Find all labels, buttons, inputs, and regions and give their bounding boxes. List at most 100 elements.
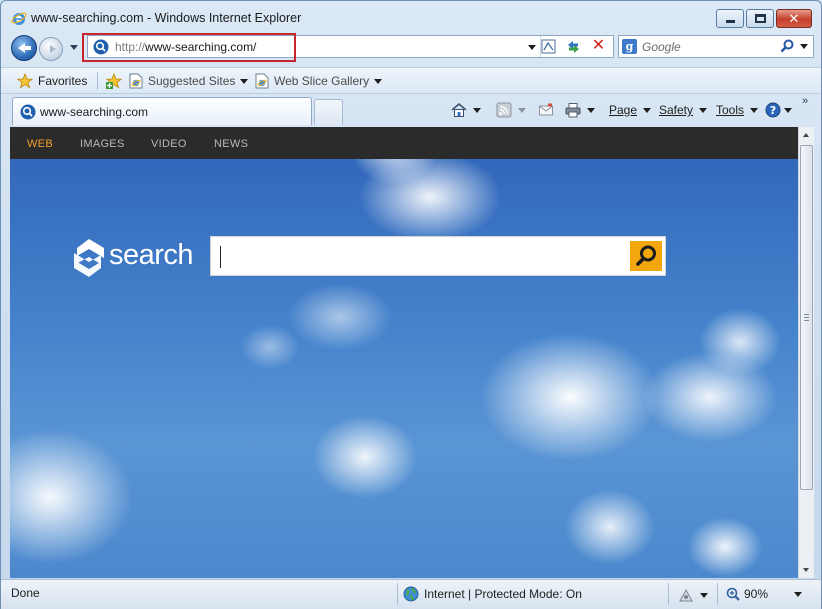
tools-menu-button[interactable]: Tools: [716, 99, 759, 121]
status-bar: Done Internet | Protected Mode: On 90%: [1, 579, 821, 609]
address-url[interactable]: http://www-searching.com/: [115, 40, 256, 54]
tools-menu-label: Tools: [716, 103, 745, 117]
page-viewport: WEB IMAGES VIDEO NEWS search: [10, 127, 798, 578]
mail-icon: [539, 103, 553, 116]
safety-menu-button[interactable]: Safety: [659, 99, 708, 121]
search-options-dropdown[interactable]: [800, 44, 808, 49]
search-icon: [636, 245, 656, 266]
compatibility-view-icon[interactable]: [540, 38, 557, 55]
feeds-button[interactable]: [496, 99, 526, 121]
chevron-down-icon: [784, 107, 792, 113]
forward-button[interactable]: [39, 37, 63, 61]
chevron-down-icon: [240, 78, 249, 84]
site-nav-images[interactable]: IMAGES: [80, 138, 125, 150]
favorites-bar: Favorites Suggested Sites Web Slice Gall…: [1, 67, 821, 94]
scroll-down-button[interactable]: [799, 562, 814, 578]
site-logo-text: search: [109, 239, 194, 271]
svg-text:?: ?: [770, 104, 776, 117]
security-zone[interactable]: Internet | Protected Mode: On: [403, 584, 582, 604]
page-icon: [255, 73, 269, 89]
page-icon: [129, 73, 143, 89]
address-dropdown-button[interactable]: [524, 40, 540, 54]
site-favicon-icon: [93, 39, 109, 55]
favorites-label: Favorites: [38, 74, 88, 88]
close-button[interactable]: ✕: [776, 9, 812, 28]
add-favorite-icon: [106, 73, 122, 89]
maximize-button[interactable]: [746, 9, 774, 28]
site-search-input[interactable]: [210, 236, 666, 276]
favorites-star-icon: [17, 73, 33, 89]
back-button[interactable]: [11, 35, 37, 61]
globe-icon: [403, 586, 419, 602]
maximize-icon: [755, 14, 766, 23]
stop-icon[interactable]: ✕: [590, 37, 607, 54]
tab-title: www-searching.com: [40, 105, 149, 119]
popup-blocker-button[interactable]: [678, 584, 708, 606]
chevron-down-icon: [794, 591, 803, 597]
status-separator: [397, 583, 398, 605]
recent-pages-dropdown[interactable]: [70, 45, 78, 50]
suggested-sites-label: Suggested Sites: [148, 74, 236, 88]
search-box[interactable]: g Google: [618, 35, 814, 58]
add-to-favorites-bar-button[interactable]: [106, 68, 127, 94]
address-bar[interactable]: http://www-searching.com/ ✕: [87, 35, 614, 58]
site-logo-icon: [74, 239, 104, 277]
sky-background: [10, 127, 798, 578]
scrollbar-thumb[interactable]: [800, 145, 813, 490]
close-icon: ✕: [788, 11, 800, 26]
site-nav-web[interactable]: WEB: [27, 138, 53, 150]
minimize-button[interactable]: [716, 9, 744, 28]
web-slice-gallery-label: Web Slice Gallery: [274, 74, 370, 88]
more-commands-chevron-icon[interactable]: »: [802, 95, 808, 107]
ie-window: www-searching.com - Windows Internet Exp…: [0, 0, 822, 609]
status-separator: [717, 583, 718, 605]
search-icon[interactable]: [779, 38, 795, 54]
chevron-down-icon: [700, 592, 708, 598]
safety-menu-label: Safety: [659, 103, 694, 117]
chevron-down-icon: [750, 107, 759, 113]
chevron-down-icon: [518, 107, 526, 113]
navigation-bar: http://www-searching.com/ ✕ g Google: [1, 33, 821, 65]
minimize-icon: [726, 20, 735, 23]
home-button[interactable]: [451, 99, 481, 121]
site-nav-news[interactable]: NEWS: [214, 138, 248, 150]
print-button[interactable]: [565, 99, 595, 121]
suggested-sites-button[interactable]: Suggested Sites: [129, 68, 249, 94]
chevron-down-icon: [587, 107, 595, 113]
read-mail-button[interactable]: [538, 99, 554, 121]
address-host: www-searching.com/: [145, 40, 257, 54]
printer-icon: [565, 103, 581, 118]
site-favicon-icon: [20, 104, 36, 120]
scroll-up-button[interactable]: [799, 127, 814, 143]
web-slice-gallery-button[interactable]: Web Slice Gallery: [255, 68, 383, 94]
tab-row: www-searching.com Page Safety Tools ? »: [1, 95, 821, 127]
text-cursor: [220, 246, 221, 268]
site-search-button[interactable]: [630, 241, 662, 271]
internet-explorer-icon: [11, 12, 27, 25]
security-zone-label: Internet | Protected Mode: On: [424, 587, 582, 601]
zoom-button[interactable]: 90%: [725, 584, 803, 604]
refresh-icon[interactable]: [565, 38, 582, 55]
help-menu-button[interactable]: ?: [765, 99, 792, 121]
favorites-button[interactable]: Favorites: [17, 68, 87, 94]
chevron-down-icon: [374, 78, 383, 84]
title-bar: www-searching.com - Windows Internet Exp…: [1, 1, 821, 33]
chevron-down-icon: [473, 107, 481, 113]
tab-current[interactable]: www-searching.com: [12, 97, 312, 125]
google-icon: g: [622, 39, 637, 54]
address-protocol: http://: [115, 40, 146, 54]
status-separator: [668, 583, 669, 605]
search-input[interactable]: Google: [642, 40, 681, 54]
page-menu-button[interactable]: Page: [609, 99, 652, 121]
rss-feed-icon: [496, 102, 512, 118]
vertical-scrollbar[interactable]: [798, 127, 814, 578]
site-nav-video[interactable]: VIDEO: [151, 138, 187, 150]
chevron-down-icon: [699, 107, 708, 113]
zoom-level: 90%: [744, 587, 769, 601]
favorites-separator: [97, 72, 98, 90]
window-title: www-searching.com - Windows Internet Exp…: [31, 11, 302, 25]
home-icon: [451, 103, 467, 117]
help-icon: ?: [765, 102, 781, 118]
new-tab-button[interactable]: [314, 99, 343, 125]
site-nav-bar: WEB IMAGES VIDEO NEWS: [10, 127, 798, 159]
